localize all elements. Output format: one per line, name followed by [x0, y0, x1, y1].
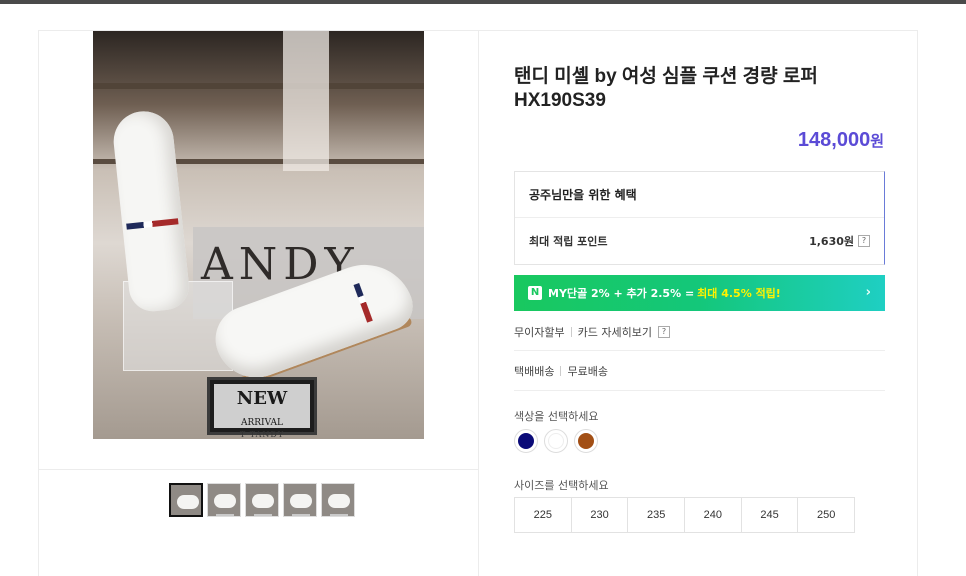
store-shelf	[93, 83, 424, 89]
product-info: 탠디 미셸 by 여성 심플 쿠션 경량 로퍼 HX190S39 148,000…	[480, 31, 918, 576]
color-swatch-white[interactable]	[544, 429, 568, 453]
product-title-line1: 탠디 미셸 by 여성 심플 쿠션 경량 로퍼	[514, 66, 818, 87]
size-option[interactable]: 230	[572, 498, 629, 532]
separator	[570, 326, 572, 337]
card-detail-link[interactable]: 카드 자세히보기	[578, 324, 652, 340]
main-product-image: ANDY NEW ARRIVAL T TANDY	[93, 31, 424, 439]
npay-highlight: 최대 4.5% 적립!	[697, 287, 781, 300]
delivery-row: 택배배송 무료배송	[514, 351, 885, 391]
delivery-fee: 무료배송	[567, 364, 608, 378]
product-title: 탠디 미셸 by 여성 심플 쿠션 경량 로퍼 HX190S39	[514, 65, 884, 113]
size-option[interactable]: 240	[685, 498, 742, 532]
size-option[interactable]: 245	[742, 498, 799, 532]
product-model-code: HX190S39	[514, 90, 606, 111]
npay-text: MY단골 2% + 추가 2.5% =	[548, 287, 695, 300]
thumbnail-4[interactable]	[283, 483, 317, 517]
color-swatches	[514, 429, 598, 453]
size-option[interactable]: 250	[798, 498, 854, 532]
points-value: 1,630원	[809, 235, 854, 248]
installment-text: 무이자할부	[514, 325, 565, 339]
plaque-new-text: NEW ARRIVAL	[236, 388, 288, 428]
shoe-stripe	[126, 218, 179, 230]
thumbnail-strip	[169, 483, 355, 517]
product-gallery: ANDY NEW ARRIVAL T TANDY	[39, 31, 479, 576]
size-options: 225 230 235 240 245 250	[514, 497, 855, 533]
payment-row: 무이자할부 카드 자세히보기 ?	[514, 313, 885, 351]
separator	[560, 365, 562, 376]
chevron-right-icon: ›	[865, 285, 871, 300]
thumbnail-5[interactable]	[321, 483, 355, 517]
product-price: 148,000원	[798, 129, 884, 152]
swatch-fill	[548, 433, 564, 449]
shoe-stripe	[353, 282, 373, 323]
gallery-divider	[39, 469, 479, 470]
points-help-icon[interactable]: ?	[858, 235, 870, 247]
price-unit: 원	[870, 133, 884, 150]
product-card: ANDY NEW ARRIVAL T TANDY 탠디 미셸 by 여성 심플 …	[38, 30, 918, 576]
card-help-icon[interactable]: ?	[657, 325, 670, 338]
points-row: 최대 적립 포인트 1,630원 ?	[515, 218, 884, 264]
plaque-brand-text: T TANDY	[239, 430, 285, 439]
thumbnail-3[interactable]	[245, 483, 279, 517]
naver-pay-icon: N	[528, 286, 542, 300]
color-swatch-brown[interactable]	[574, 429, 598, 453]
color-swatch-navy[interactable]	[514, 429, 538, 453]
size-select-label: 사이즈를 선택하세요	[514, 479, 609, 492]
size-option[interactable]: 225	[515, 498, 572, 532]
store-pillar	[283, 31, 329, 171]
benefit-heading: 공주님만을 위한 혜택	[515, 172, 884, 218]
benefit-box: 공주님만을 위한 혜택 최대 적립 포인트 1,630원 ?	[514, 171, 885, 265]
thumbnail-2[interactable]	[207, 483, 241, 517]
npay-banner[interactable]: N MY단골 2% + 추가 2.5% = 최대 4.5% 적립! ›	[514, 275, 885, 311]
price-value: 148,000	[797, 129, 871, 151]
points-label: 최대 적립 포인트	[529, 235, 608, 248]
new-arrival-plaque: NEW ARRIVAL T TANDY	[207, 377, 317, 439]
swatch-fill	[518, 433, 534, 449]
top-border	[0, 0, 966, 4]
points-value-wrap: 1,630원 ?	[809, 233, 870, 249]
thumbnail-1[interactable]	[169, 483, 203, 517]
delivery-type: 택배배송	[514, 364, 555, 378]
size-option[interactable]: 235	[628, 498, 686, 532]
swatch-fill	[578, 433, 594, 449]
color-select-label: 색상을 선택하세요	[514, 410, 599, 423]
